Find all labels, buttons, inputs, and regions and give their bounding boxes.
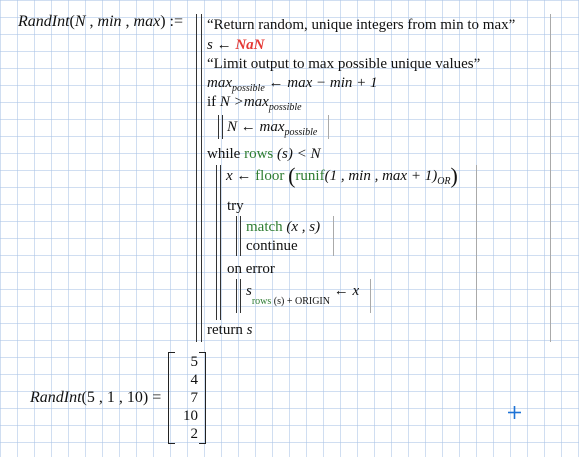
if-cond-sub: possible xyxy=(268,102,302,113)
if-cond: N > xyxy=(219,94,244,110)
if-bar-1 xyxy=(218,115,219,139)
match-args: (x , s) xyxy=(286,219,321,235)
result-matrix: 5 4 7 10 2 xyxy=(172,353,198,443)
param-min: min xyxy=(97,13,122,30)
matrix-right-bracket xyxy=(199,352,206,444)
s-assign-line[interactable]: srows (s) + ORIGIN ← x xyxy=(246,282,360,307)
while-bar-1 xyxy=(216,165,217,320)
error-bar-1 xyxy=(236,279,237,313)
function-name: RandInt xyxy=(18,13,70,30)
if-bar-2 xyxy=(222,115,223,139)
eval-function-name: RandInt xyxy=(30,389,82,406)
eval-args: (5 , 1 , 10) xyxy=(81,389,149,406)
param-n: N xyxy=(74,13,86,30)
program-right-guide xyxy=(550,14,551,342)
match-line[interactable]: match (x , s) xyxy=(246,218,320,236)
or-sub: OR xyxy=(437,176,451,187)
result-value: 7 xyxy=(190,390,199,406)
while-keyword: while xyxy=(207,146,241,162)
continue-line[interactable]: continue xyxy=(246,237,298,255)
maxpossible-var: max xyxy=(207,75,232,91)
param-max: max xyxy=(133,13,161,30)
x-assign-line[interactable]: x ← floor (runif(1 , min , max + 1)OR) xyxy=(226,165,458,191)
if-body-assign: N ← xyxy=(227,119,256,135)
s-sub-rows: rows xyxy=(251,296,272,307)
s-sub-rest: (s) + ORIGIN xyxy=(273,296,330,307)
match-function: match xyxy=(246,219,283,235)
try-line[interactable]: try xyxy=(227,197,244,215)
result-value: 4 xyxy=(190,372,199,388)
floor-function: floor xyxy=(255,168,285,184)
if-keyword: if xyxy=(207,94,217,110)
while-cond: (s) < N xyxy=(277,146,321,162)
s-var: s xyxy=(207,37,213,53)
if-body-max: max xyxy=(259,119,285,135)
while-bar-2 xyxy=(220,165,221,320)
if-body-sub: possible xyxy=(284,127,318,138)
result-value: 5 xyxy=(190,354,199,370)
if-line[interactable]: if N >maxpossible xyxy=(207,93,302,117)
runif-function: runif xyxy=(295,168,325,184)
function-definition[interactable]: RandInt(N , min , max) := xyxy=(18,13,183,31)
error-right-guide xyxy=(370,279,371,313)
crosshair-plus-icon xyxy=(508,406,521,419)
nan-value: NaN xyxy=(235,37,265,53)
while-line[interactable]: while rows (s) < N xyxy=(207,145,320,163)
try-right-guide xyxy=(333,216,334,256)
try-bar-1 xyxy=(236,216,237,256)
if-body-line[interactable]: N ← maxpossible xyxy=(227,118,317,142)
s-assign-rhs: ← x xyxy=(333,283,360,299)
evaluation-expression[interactable]: RandInt(5 , 1 , 10) = xyxy=(30,389,161,407)
rows-function: rows xyxy=(244,146,274,162)
x-assign: x ← xyxy=(226,168,252,184)
return-var: s xyxy=(246,322,253,338)
s-init-line[interactable]: s ← NaN xyxy=(207,36,265,54)
program-bar-inner xyxy=(201,14,202,342)
return-line[interactable]: return s xyxy=(207,321,252,339)
comment-limit-output[interactable]: “Limit output to max possible unique val… xyxy=(207,55,480,73)
runif-args: (1 , min , max + 1) xyxy=(324,168,438,184)
while-right-guide xyxy=(476,165,477,320)
result-value: 2 xyxy=(190,426,199,442)
try-bar-2 xyxy=(240,216,241,256)
comment-return-random[interactable]: “Return random, unique integers from min… xyxy=(207,16,515,34)
definition-operator: := xyxy=(169,13,183,30)
error-bar-2 xyxy=(240,279,241,313)
maxpossible-expr: max − min + 1 xyxy=(287,75,378,91)
if-right-guide xyxy=(328,115,329,139)
on-error-line[interactable]: on error xyxy=(227,260,275,278)
program-bar-outer xyxy=(196,14,197,342)
eval-equals: = xyxy=(152,389,162,406)
if-cond-max: max xyxy=(243,94,269,110)
result-value: 10 xyxy=(183,408,198,424)
return-keyword: return xyxy=(207,322,243,338)
